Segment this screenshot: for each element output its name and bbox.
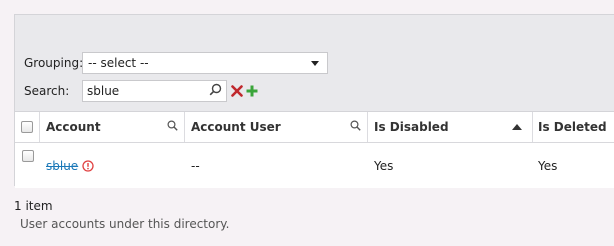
select-all-checkbox[interactable] <box>21 121 33 133</box>
search-icon[interactable] <box>209 83 222 99</box>
search-input[interactable] <box>87 84 197 98</box>
grouping-select[interactable]: -- select -- <box>82 52 328 74</box>
column-label-account: Account <box>46 120 101 134</box>
search-box <box>82 80 227 102</box>
column-label-is-disabled: Is Disabled <box>374 120 449 134</box>
grouping-label: Grouping: <box>24 56 84 70</box>
directory-panel: Grouping: -- select -- Search: sblue Acc… <box>14 14 614 188</box>
grid-header: Account Account User Is Disabled Is Dele… <box>15 112 614 143</box>
is-deleted-cell: Yes <box>538 158 558 173</box>
is-disabled-cell: Yes <box>374 158 394 173</box>
sort-ascending-icon[interactable] <box>512 124 522 130</box>
account-user-cell: -- <box>191 158 200 173</box>
item-count: 1 item <box>14 199 53 213</box>
add-icon <box>246 85 258 97</box>
account-link[interactable]: sblue <box>46 159 78 173</box>
row-checkbox[interactable] <box>21 150 34 162</box>
clear-icon <box>231 85 243 97</box>
search-icon[interactable] <box>167 120 178 134</box>
filters: Grouping: -- select -- Search: <box>24 51 328 107</box>
select-all-cell <box>15 112 40 142</box>
add-button[interactable] <box>246 85 258 97</box>
search-icon[interactable] <box>350 120 361 134</box>
table-row[interactable]: sblue -- Yes Yes <box>15 143 614 188</box>
account-cell: sblue <box>40 143 185 188</box>
column-label-is-deleted: Is Deleted <box>538 120 607 134</box>
warning-icon <box>82 159 94 172</box>
accounts-grid: Account Account User Is Disabled Is Dele… <box>15 111 614 188</box>
search-label: Search: <box>24 84 70 98</box>
chevron-down-icon <box>311 60 319 66</box>
directory-description: User accounts under this directory. <box>20 217 230 231</box>
column-header-is-deleted[interactable]: Is Deleted <box>533 112 614 142</box>
row-check-cell <box>15 143 40 188</box>
search-row: Search: <box>24 79 328 103</box>
grouping-row: Grouping: -- select -- <box>24 51 328 75</box>
column-header-account-user[interactable]: Account User <box>185 112 368 142</box>
column-label-account-user: Account User <box>191 120 281 134</box>
column-header-account[interactable]: Account <box>40 112 185 142</box>
grouping-value: -- select -- <box>88 56 149 70</box>
clear-search-button[interactable] <box>231 85 243 97</box>
column-header-is-disabled[interactable]: Is Disabled <box>368 112 533 142</box>
